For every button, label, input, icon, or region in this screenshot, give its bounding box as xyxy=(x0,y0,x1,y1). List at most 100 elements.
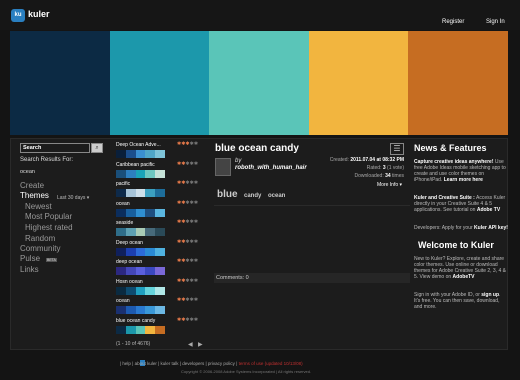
star-icon: ✱ xyxy=(193,141,199,147)
sign-in-text: Sign in with your Adobe ID, or sign up. … xyxy=(414,292,501,310)
rating-stars[interactable]: ✱✱✱✱✱ xyxy=(177,200,198,206)
theme-list-item-name[interactable]: deep ocean xyxy=(116,259,172,265)
tag-candy[interactable]: candy xyxy=(244,193,261,199)
swatch xyxy=(155,286,165,295)
kuler-logo-text[interactable]: kuler xyxy=(28,9,50,19)
more-info-link[interactable]: More Info ▾ xyxy=(377,182,402,188)
theme-list-item-swatches[interactable] xyxy=(116,228,165,236)
nav-newest[interactable]: Newest xyxy=(25,202,52,211)
footer-link-developers[interactable]: developers xyxy=(182,361,204,366)
footer-link-about-kuler[interactable]: about kuler xyxy=(135,361,157,366)
rating-stars[interactable]: ✱✱✱✱✱ xyxy=(177,239,198,245)
themes-sort-dropdown[interactable]: Last 30 days ▾ xyxy=(57,195,89,201)
swatch xyxy=(135,325,146,334)
swatch xyxy=(155,169,165,178)
tag-ocean[interactable]: ocean xyxy=(268,193,285,199)
swatch-3 xyxy=(209,31,309,135)
theme-list-item-name[interactable]: Caribbean pacific xyxy=(116,162,172,168)
rating-stars[interactable]: ✱✱✱✱✱ xyxy=(177,180,198,186)
adobe-tv-link[interactable]: Adobe TV xyxy=(477,207,500,213)
nav-links[interactable]: Links xyxy=(20,265,39,274)
tag-blue[interactable]: blue xyxy=(217,189,238,200)
theme-list-item-name[interactable]: pacific xyxy=(116,181,172,187)
nav-create[interactable]: Create xyxy=(20,181,44,190)
next-page-icon[interactable]: ▶ xyxy=(198,341,203,348)
nav-pulse[interactable]: Pulse xyxy=(20,254,40,263)
rating-stars[interactable]: ✱✱✱✱✱ xyxy=(177,258,198,264)
swatch-5 xyxy=(408,31,508,135)
rating-stars[interactable]: ✱✱✱✱✱ xyxy=(177,278,198,284)
theme-list-item-swatches[interactable] xyxy=(116,208,165,217)
theme-list-item-swatches[interactable] xyxy=(116,189,165,197)
sign-in-link[interactable]: Sign In xyxy=(486,19,505,25)
search-results-label: Search Results For: xyxy=(20,157,74,163)
theme-list-item-swatches[interactable] xyxy=(116,286,165,295)
swatch xyxy=(145,306,156,314)
swatch xyxy=(135,306,146,314)
prev-page-icon[interactable]: ◀ xyxy=(188,341,193,348)
footer-link-help[interactable]: help xyxy=(122,361,131,366)
swatch xyxy=(145,150,156,158)
swatch xyxy=(135,208,146,217)
theme-list-item-name[interactable]: Deep Ocean Adve... xyxy=(116,142,172,148)
list-count: (1 - 10 of 4676) xyxy=(116,341,151,347)
nav-most-popular[interactable]: Most Popular xyxy=(25,212,72,221)
nav-highest-rated[interactable]: Highest rated xyxy=(25,223,73,232)
footer-link-terms[interactable]: terms of use (updated 10/13/08) xyxy=(239,361,303,366)
theme-list-item-swatches[interactable] xyxy=(116,267,165,275)
swatch xyxy=(116,247,126,256)
rating-stars[interactable]: ✱✱✱✱✱ xyxy=(177,219,198,225)
theme-list-item-name[interactable]: seaside xyxy=(116,220,172,226)
theme-list-item-name[interactable]: Deep ocean xyxy=(116,240,172,246)
nav-community[interactable]: Community xyxy=(20,244,60,253)
footer-link-kuler-talk[interactable]: kuler talk xyxy=(161,361,179,366)
theme-list-item-swatches[interactable] xyxy=(116,169,165,178)
swatch xyxy=(155,306,165,314)
copyright: Copyright © 2006-2008 Adobe Systems Inco… xyxy=(181,369,312,374)
theme-list-item-name[interactable]: ocean xyxy=(116,201,172,207)
swatch xyxy=(155,325,165,334)
api-key-link[interactable]: API key! xyxy=(488,225,508,231)
swatch xyxy=(116,325,126,334)
adobetv-link[interactable]: AdobeTV xyxy=(453,274,475,280)
learn-more-link[interactable]: Learn more here xyxy=(444,177,483,183)
theme-list-item-swatches[interactable] xyxy=(116,150,165,158)
kuler-logo-icon[interactable]: ku xyxy=(11,9,25,22)
star-icon: ✱ xyxy=(193,297,199,303)
divider xyxy=(214,205,410,206)
theme-list-item-name[interactable]: blue ocean candy xyxy=(116,318,172,324)
register-link[interactable]: Register xyxy=(442,19,464,25)
binoculars-icon[interactable]: ⌕ xyxy=(91,143,103,153)
author-avatar[interactable] xyxy=(215,158,231,176)
news-item-adobe-ideas: Capture creative ideas anywhere! Use fre… xyxy=(414,159,506,183)
nav-themes[interactable]: Themes xyxy=(20,191,49,200)
swatch xyxy=(135,169,146,178)
rating-stars[interactable]: ✱✱✱✱✱ xyxy=(177,141,198,147)
theme-list-item-swatches[interactable] xyxy=(116,306,165,314)
swatch xyxy=(125,267,136,275)
swatch xyxy=(125,247,136,256)
search-input[interactable]: Search xyxy=(20,143,90,153)
theme-list-item-swatches[interactable] xyxy=(116,325,165,334)
rated-meta: Rated: 3 (1 vote) xyxy=(366,165,404,171)
rating-stars[interactable]: ✱✱✱✱✱ xyxy=(177,317,198,323)
created-meta: Created: 2011.07.04 at 08:32 PM xyxy=(329,157,404,163)
theme-list-item-swatches[interactable] xyxy=(116,247,165,256)
footer-link-privacy-policy[interactable]: privacy policy xyxy=(208,361,235,366)
swatch xyxy=(116,267,126,275)
rating-stars[interactable]: ✱✱✱✱✱ xyxy=(177,161,198,167)
swatch xyxy=(116,306,126,314)
theme-options-icon[interactable]: ☰ xyxy=(390,143,404,155)
star-icon: ✱ xyxy=(193,219,199,225)
swatch-1 xyxy=(10,31,110,135)
theme-list-item-name[interactable]: ocean xyxy=(116,298,172,304)
swatch xyxy=(145,189,156,197)
swatch xyxy=(135,150,146,158)
downloaded-meta: Downloaded: 34 times xyxy=(354,173,404,179)
chevron-down-icon: ▾ xyxy=(86,195,90,201)
nav-random[interactable]: Random xyxy=(25,234,55,243)
theme-list-item-name[interactable]: Hosn ocean xyxy=(116,279,172,285)
rating-stars[interactable]: ✱✱✱✱✱ xyxy=(177,297,198,303)
swatch xyxy=(116,150,126,158)
swatch xyxy=(116,228,126,236)
